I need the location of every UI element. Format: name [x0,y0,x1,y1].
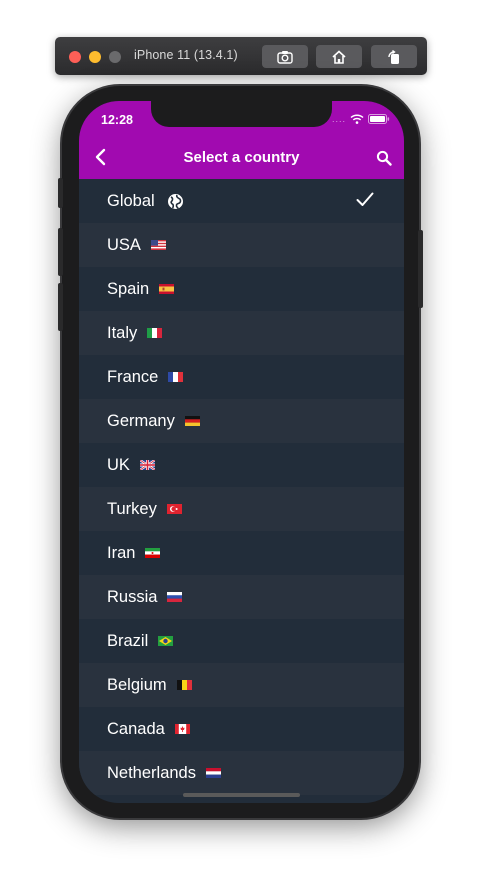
flag-canada-icon [174,724,190,734]
country-name: Global [107,191,155,210]
country-name: UK [107,455,130,474]
home-icon [332,49,346,64]
zoom-window-button[interactable] [109,51,121,63]
list-item-canada[interactable]: Canada [79,707,404,751]
list-item-usa[interactable]: USA [79,223,404,267]
camera-icon [277,50,293,64]
phone-screen: 12:28 .... Select a country Global USA S… [79,101,404,803]
globe-icon [167,193,183,209]
country-list: Global USA Spain Italy France Germany UK… [79,179,404,795]
country-name: France [107,367,159,386]
checkmark-icon [356,192,374,206]
notch [151,101,332,127]
flag-italy-icon [147,328,163,338]
simulator-toolbar: iPhone 11 (13.4.1) [55,37,427,75]
list-item-netherlands[interactable]: Netherlands [79,751,404,795]
nav-header: 12:28 .... Select a country [79,101,404,179]
page-title: Select a country [183,149,300,166]
flag-russia-icon [167,592,183,602]
country-name: Brazil [107,631,149,650]
close-window-button[interactable] [69,51,81,63]
flag-brazil-icon [158,636,174,646]
flag-netherlands-icon [205,768,221,778]
country-name: Spain [107,279,150,298]
simulator-title: iPhone 11 (13.4.1) [134,48,238,62]
home-button[interactable] [316,45,362,68]
flag-turkey-icon [166,504,182,514]
screenshot-button[interactable] [262,45,308,68]
country-name: Germany [107,411,175,430]
country-name: USA [107,235,141,254]
flag-usa-icon [150,240,166,250]
list-item-belgium[interactable]: Belgium [79,663,404,707]
country-name: Canada [107,719,165,738]
list-item-spain[interactable]: Spain [79,267,404,311]
country-name: Russia [107,587,158,606]
signal-dots: .... [331,114,346,124]
flag-uk-icon [139,460,155,470]
battery-icon [368,114,390,124]
rotate-icon [388,49,399,64]
status-icons: .... [332,114,390,124]
list-item-brazil[interactable]: Brazil [79,619,404,663]
search-icon[interactable] [376,150,392,166]
flag-iran-icon [145,548,161,558]
list-item-russia[interactable]: Russia [79,575,404,619]
list-item-iran[interactable]: Iran [79,531,404,575]
flag-germany-icon [184,416,200,426]
country-name: Turkey [107,499,157,518]
volume-down-button [58,283,63,331]
wifi-icon [350,114,364,124]
volume-up-button [58,228,63,276]
home-indicator[interactable] [183,793,300,797]
list-item-turkey[interactable]: Turkey [79,487,404,531]
list-item-germany[interactable]: Germany [79,399,404,443]
flag-france-icon [168,372,184,382]
mute-switch [58,178,63,208]
list-item-france[interactable]: France [79,355,404,399]
country-name: Italy [107,323,138,342]
country-name: Netherlands [107,763,196,782]
country-name: Iran [107,543,136,562]
list-item-uk[interactable]: UK [79,443,404,487]
list-item-global[interactable]: Global [79,179,404,223]
flag-belgium-icon [176,680,192,690]
list-item-italy[interactable]: Italy [79,311,404,355]
flag-spain-icon [159,284,175,294]
country-name: Belgium [107,675,167,694]
minimize-window-button[interactable] [89,51,101,63]
rotate-button[interactable] [371,45,417,68]
power-button [418,230,423,308]
status-time: 12:28 [101,113,133,127]
